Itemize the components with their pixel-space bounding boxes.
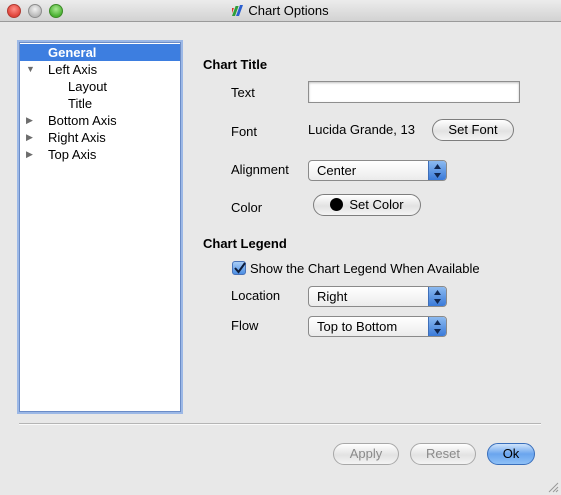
dialog-content: General ▼ Left Axis Layout Title ▶ Bottom Axis… <box>0 22 561 495</box>
set-font-button-label: Set Font <box>448 122 498 137</box>
tree-item-label: Top Axis <box>48 147 97 162</box>
tree-item[interactable]: ▶ Bottom Axis <box>20 112 180 129</box>
font-label: Font <box>231 124 258 139</box>
ok-button-label: Ok <box>502 446 520 461</box>
tree-item[interactable]: General <box>20 44 180 61</box>
chart-title-text-input[interactable] <box>308 81 520 103</box>
checkmark-icon <box>234 262 246 274</box>
flow-label: Flow <box>231 318 259 333</box>
tree-item[interactable]: Layout <box>20 78 180 95</box>
title-bar: Chart Options <box>0 0 561 22</box>
tree-item[interactable]: Title <box>20 95 180 112</box>
color-label: Color <box>231 200 263 215</box>
options-tree[interactable]: General ▼ Left Axis Layout Title ▶ Bottom Axis… <box>19 42 181 412</box>
disclosure-triangle-closed-icon[interactable]: ▶ <box>26 129 33 146</box>
tree-item-label: General <box>48 45 97 60</box>
tree-item[interactable]: ▶ Top Axis <box>20 146 180 163</box>
chart-app-icon <box>232 5 244 16</box>
resize-grip-icon[interactable] <box>548 482 559 493</box>
tree-item-label: Bottom Axis <box>48 113 117 128</box>
separator <box>19 423 541 425</box>
apply-button[interactable]: Apply <box>333 443 399 465</box>
chart-legend-heading: Chart Legend <box>203 236 287 251</box>
set-color-button[interactable]: Set Color <box>313 194 421 216</box>
show-legend-checkbox[interactable] <box>232 261 246 275</box>
tree-item[interactable]: ▶ Right Axis <box>20 129 180 146</box>
window-title: Chart Options <box>0 3 561 18</box>
flow-select[interactable]: Top to Bottom <box>308 316 447 337</box>
alignment-select[interactable]: Center <box>308 160 447 181</box>
text-label: Text <box>231 85 255 100</box>
reset-button[interactable]: Reset <box>410 443 476 465</box>
location-select[interactable]: Right <box>308 286 447 307</box>
apply-button-label: Apply <box>349 446 383 461</box>
tree-item[interactable]: ▼ Left Axis <box>20 61 180 78</box>
popup-arrows-icon <box>428 317 446 336</box>
popup-arrows-icon <box>428 161 446 180</box>
set-font-button[interactable]: Set Font <box>432 119 514 141</box>
window-title-text: Chart Options <box>248 3 329 18</box>
location-label: Location <box>231 288 281 303</box>
tree-item-label: Left Axis <box>48 62 98 77</box>
disclosure-triangle-closed-icon[interactable]: ▶ <box>26 146 33 163</box>
popup-arrows-icon <box>428 287 446 306</box>
set-color-button-label: Set Color <box>349 197 404 212</box>
chart-title-heading: Chart Title <box>203 57 268 72</box>
disclosure-triangle-closed-icon[interactable]: ▶ <box>26 112 33 129</box>
disclosure-triangle-open-icon[interactable]: ▼ <box>26 61 35 78</box>
ok-button[interactable]: Ok <box>487 443 535 465</box>
tree-item-label: Right Axis <box>48 130 106 145</box>
reset-button-label: Reset <box>426 446 460 461</box>
alignment-label: Alignment <box>231 162 289 177</box>
tree-item-label: Layout <box>68 79 108 94</box>
tree-item-label: Title <box>68 96 93 111</box>
color-swatch-icon <box>330 198 344 211</box>
alignment-select-value: Center <box>317 163 357 178</box>
font-value: Lucida Grande, 13 <box>308 122 415 137</box>
show-legend-label[interactable]: Show the Chart Legend When Available <box>250 261 480 276</box>
location-select-value: Right <box>317 289 348 304</box>
flow-select-value: Top to Bottom <box>317 319 398 334</box>
